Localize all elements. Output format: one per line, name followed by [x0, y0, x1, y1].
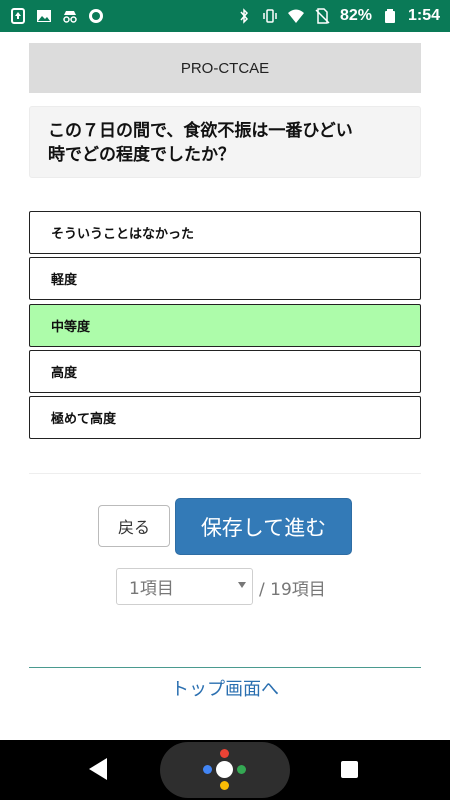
- option-mild[interactable]: 軽度: [29, 257, 421, 300]
- option-label: 極めて高度: [51, 412, 117, 427]
- option-label: 軽度: [51, 273, 78, 288]
- battery-icon: [382, 8, 398, 24]
- recents-square-icon[interactable]: [341, 761, 358, 778]
- option-moderate[interactable]: 中等度: [29, 304, 421, 347]
- circle-icon: [88, 8, 104, 24]
- assistant-dot-green-icon: [237, 765, 246, 774]
- home-circle-icon: [216, 761, 233, 778]
- chevron-down-icon: [238, 582, 246, 588]
- assistant-dot-yellow-icon: [220, 781, 229, 790]
- status-left: [10, 8, 104, 24]
- question-box: この７日の間で、食欲不振は一番ひどい 時でどの程度でしたか？: [29, 106, 421, 178]
- upload-icon: [10, 8, 26, 24]
- image-icon: [36, 8, 52, 24]
- status-right: 82% 1:54: [236, 7, 440, 25]
- incognito-icon: [62, 8, 78, 24]
- option-label: 中等度: [51, 320, 91, 335]
- question-line-2: 時でどの程度でしたか？: [48, 145, 235, 165]
- no-sim-icon: [314, 8, 330, 24]
- page-header: PRO-CTCAE: [29, 43, 421, 93]
- back-button[interactable]: 戻る: [98, 505, 170, 547]
- question-line-1: この７日の間で、食欲不振は一番ひどい: [48, 121, 353, 141]
- divider: [29, 473, 421, 474]
- save-and-next-button[interactable]: 保存して進む: [175, 498, 352, 555]
- option-severe[interactable]: 高度: [29, 350, 421, 393]
- option-none[interactable]: そういうことはなかった: [29, 211, 421, 254]
- back-triangle-icon[interactable]: [89, 758, 107, 780]
- divider-rule: [29, 667, 421, 668]
- clock: 1:54: [407, 7, 440, 24]
- page-total: / 19項目: [259, 580, 326, 600]
- bluetooth-icon: [236, 8, 252, 24]
- top-page-link[interactable]: トップ画面へ: [0, 675, 450, 701]
- wifi-icon: [287, 8, 304, 24]
- assistant-dot-blue-icon: [203, 765, 212, 774]
- status-bar: 82% 1:54: [0, 0, 450, 32]
- battery-percent: 82%: [339, 7, 372, 24]
- page-select[interactable]: 1項目: [116, 568, 253, 605]
- assistant-dot-red-icon: [220, 749, 229, 758]
- page-select-value: 1項目: [129, 579, 174, 599]
- header-title: PRO-CTCAE: [180, 59, 270, 77]
- option-label: 高度: [51, 366, 78, 381]
- option-label: そういうことはなかった: [51, 227, 195, 242]
- option-very-severe[interactable]: 極めて高度: [29, 396, 421, 439]
- vibrate-icon: [262, 8, 278, 24]
